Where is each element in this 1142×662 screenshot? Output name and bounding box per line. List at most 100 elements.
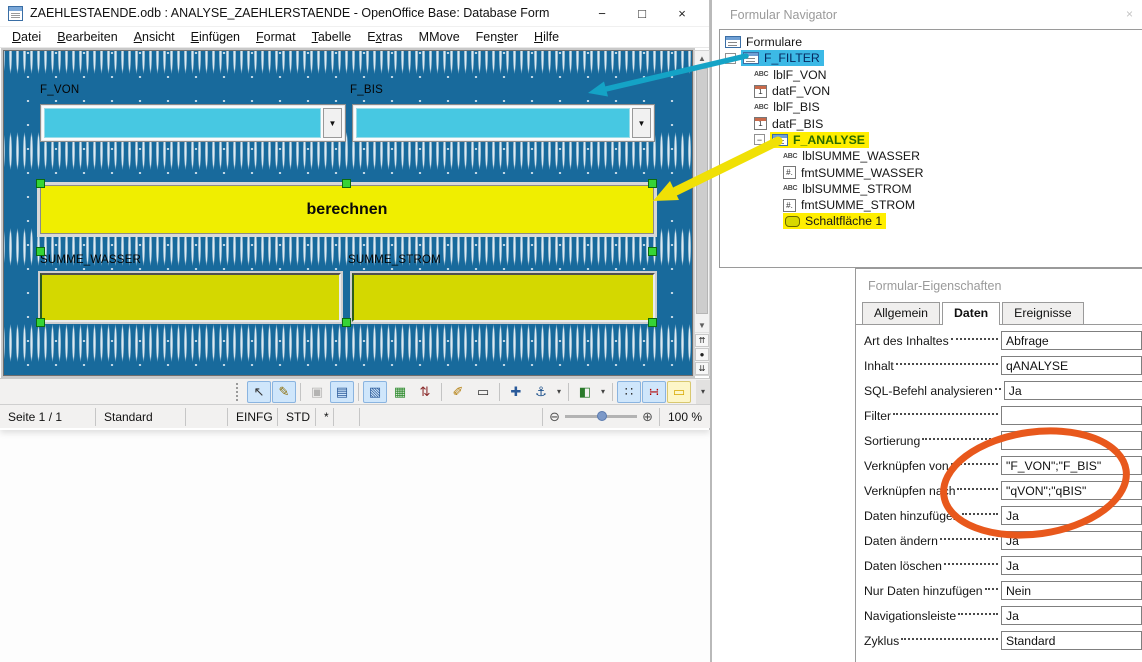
selection-handle[interactable] xyxy=(648,247,657,256)
verknuepfen-nach-field[interactable]: "qVON";"qBIS" xyxy=(1001,481,1142,500)
daten-loeschen-field[interactable]: Ja xyxy=(1001,556,1142,575)
verknuepfen-von-field[interactable]: "F_VON";"F_BIS" xyxy=(1001,456,1142,475)
minimize-button[interactable]: − xyxy=(595,6,609,21)
filter-field[interactable] xyxy=(1001,406,1142,425)
nur-daten-hinzufuegen-field[interactable]: Nein xyxy=(1001,581,1142,600)
tree-item-lblf-von[interactable]: ABC lblF_VON xyxy=(720,67,1142,83)
form-properties-icon[interactable]: ▧ xyxy=(363,381,387,403)
zoom-slider-thumb[interactable] xyxy=(597,411,607,421)
toolbar-overflow-icon[interactable]: ▾ xyxy=(696,380,710,404)
combo-f-bis[interactable]: ▼ xyxy=(352,104,655,142)
menu-hilfe[interactable]: Hilfe xyxy=(526,28,567,46)
tree-item-schaltflaeche-1[interactable]: Schaltfläche 1 xyxy=(720,213,1142,229)
combo-f-von-dropdown-icon[interactable]: ▼ xyxy=(323,108,342,138)
tree-item-fmtsumme-strom[interactable]: #. fmtSUMME_STROM xyxy=(720,197,1142,213)
next-page-icon[interactable]: ⇊ xyxy=(695,362,709,375)
tree-item-lblf-bis[interactable]: ABC lblF_BIS xyxy=(720,99,1142,115)
form-navigator-icon[interactable]: ▤ xyxy=(330,381,354,403)
design-mode-icon[interactable]: ✎ xyxy=(272,381,296,403)
alignment-dropdown-icon[interactable]: ▾ xyxy=(598,387,608,396)
titlebar[interactable]: ZAEHLESTAENDE.odb : ANALYSE_ZAEHLERSTAEN… xyxy=(0,0,709,27)
previous-page-icon[interactable]: ⇈ xyxy=(695,334,709,347)
anchor-dropdown-icon[interactable]: ▾ xyxy=(554,387,564,396)
statusbar: Seite 1 / 1 Standard EINFG STD * ⊖ ⊕ 100… xyxy=(0,404,710,428)
menu-bearbeiten[interactable]: Bearbeiten xyxy=(49,28,125,46)
navigation-dot-icon[interactable]: ● xyxy=(695,348,709,361)
daten-hinzufuegen-field[interactable]: Ja xyxy=(1001,506,1142,525)
menu-mmove[interactable]: MMove xyxy=(411,28,468,46)
tree-item-f-filter[interactable]: − F_FILTER xyxy=(720,50,1142,66)
insert-mode[interactable]: EINFG xyxy=(228,408,278,426)
scroll-up-icon[interactable]: ▲ xyxy=(695,51,709,66)
combo-f-bis-dropdown-icon[interactable]: ▼ xyxy=(632,108,651,138)
tab-allgemein[interactable]: Allgemein xyxy=(862,302,940,324)
zyklus-field[interactable]: Standard xyxy=(1001,631,1142,650)
tree-item-lblsumme-strom[interactable]: ABC lblSUMME_STROM xyxy=(720,181,1142,197)
menu-fenster[interactable]: Fenster xyxy=(468,28,526,46)
selection-handle[interactable] xyxy=(648,179,657,188)
label-f-von: F_VON xyxy=(40,84,79,96)
tab-daten[interactable]: Daten xyxy=(942,302,1000,325)
daten-aendern-field[interactable]: Ja xyxy=(1001,531,1142,550)
selection-handle[interactable] xyxy=(342,318,351,327)
scrollbar-track[interactable] xyxy=(695,66,709,318)
tree-item-datf-von[interactable]: 1 datF_VON xyxy=(720,83,1142,99)
page-style[interactable]: Standard xyxy=(96,408,186,426)
zoom-slider[interactable]: ⊖ ⊕ xyxy=(542,408,659,426)
tree-item-lblsumme-wasser[interactable]: ABC lblSUMME_WASSER xyxy=(720,148,1142,164)
tree-item-datf-bis[interactable]: 1 datF_BIS xyxy=(720,115,1142,131)
menu-einfuegen[interactable]: Einfügen xyxy=(183,28,248,46)
display-grid-icon[interactable]: ∷ xyxy=(617,381,641,403)
vertical-scrollbar[interactable]: ▲ ▼ ⇈ ● ⇊ xyxy=(694,50,710,376)
inhalt-field[interactable]: qANALYSE xyxy=(1001,356,1142,375)
tree-item-fmtsumme-wasser[interactable]: #. fmtSUMME_WASSER xyxy=(720,164,1142,180)
anchor-icon[interactable]: ⚓ xyxy=(529,381,553,403)
selection-handle[interactable] xyxy=(648,318,657,327)
alignment-icon[interactable]: ◧ xyxy=(573,381,597,403)
form-design-canvas[interactable]: F_VON ▼ F_BIS ▼ berechnen SUMME_WASSER S… xyxy=(3,50,693,376)
sql-befehl-analysieren-field[interactable]: Ja xyxy=(1004,381,1142,400)
zoom-percentage[interactable]: 100 % xyxy=(659,408,710,426)
menu-format[interactable]: Format xyxy=(248,28,304,46)
form-navigator-close-icon[interactable]: × xyxy=(1126,7,1133,21)
zoom-slider-track[interactable] xyxy=(565,415,637,418)
property-row-sortierung: Sortierung xyxy=(856,428,1142,453)
select-tool-icon[interactable]: ↖ xyxy=(247,381,271,403)
table-control-icon[interactable]: ▦ xyxy=(388,381,412,403)
menu-ansicht[interactable]: Ansicht xyxy=(126,28,183,46)
collapse-icon[interactable]: − xyxy=(754,134,765,145)
menu-datei[interactable]: Datei xyxy=(4,28,49,46)
close-button[interactable]: × xyxy=(675,6,689,21)
tree-item-formulare[interactable]: Formulare xyxy=(720,34,1142,50)
menu-extras[interactable]: Extras xyxy=(359,28,410,46)
open-in-design-mode-icon[interactable]: ✐ xyxy=(446,381,470,403)
tab-ereignisse[interactable]: Ereignisse xyxy=(1002,302,1083,324)
selection-mode[interactable]: STD xyxy=(278,408,316,426)
collapse-icon[interactable]: − xyxy=(725,53,736,64)
navigationsleiste-field[interactable]: Ja xyxy=(1001,606,1142,625)
menu-tabelle[interactable]: Tabelle xyxy=(304,28,360,46)
selection-handle[interactable] xyxy=(36,247,45,256)
selection-handle[interactable] xyxy=(36,179,45,188)
zoom-out-icon[interactable]: ⊖ xyxy=(549,409,560,425)
snap-to-grid-icon[interactable]: ∺ xyxy=(642,381,666,403)
field-summe-wasser[interactable] xyxy=(40,273,341,322)
toolbar-drag-handle[interactable] xyxy=(236,383,241,401)
scroll-down-icon[interactable]: ▼ xyxy=(695,318,709,333)
activation-order-icon[interactable]: ⇅ xyxy=(413,381,437,403)
selection-handle[interactable] xyxy=(342,179,351,188)
selection-handle[interactable] xyxy=(36,318,45,327)
form-icon xyxy=(743,52,759,64)
tree-item-f-analyse[interactable]: − F_ANALYSE xyxy=(720,132,1142,148)
helplines-icon[interactable]: ▭ xyxy=(667,381,691,403)
textbox-tool-icon[interactable]: ▭ xyxy=(471,381,495,403)
berechnen-button[interactable]: berechnen xyxy=(40,185,654,234)
combo-f-von[interactable]: ▼ xyxy=(40,104,346,142)
field-summe-strom[interactable] xyxy=(352,273,655,322)
maximize-button[interactable]: □ xyxy=(635,6,649,21)
position-size-icon[interactable]: ✚ xyxy=(504,381,528,403)
zoom-in-icon[interactable]: ⊕ xyxy=(642,409,653,425)
art-des-inhaltes-field[interactable]: Abfrage xyxy=(1001,331,1142,350)
scrollbar-thumb[interactable] xyxy=(696,68,708,314)
sortierung-field[interactable] xyxy=(1001,431,1142,450)
